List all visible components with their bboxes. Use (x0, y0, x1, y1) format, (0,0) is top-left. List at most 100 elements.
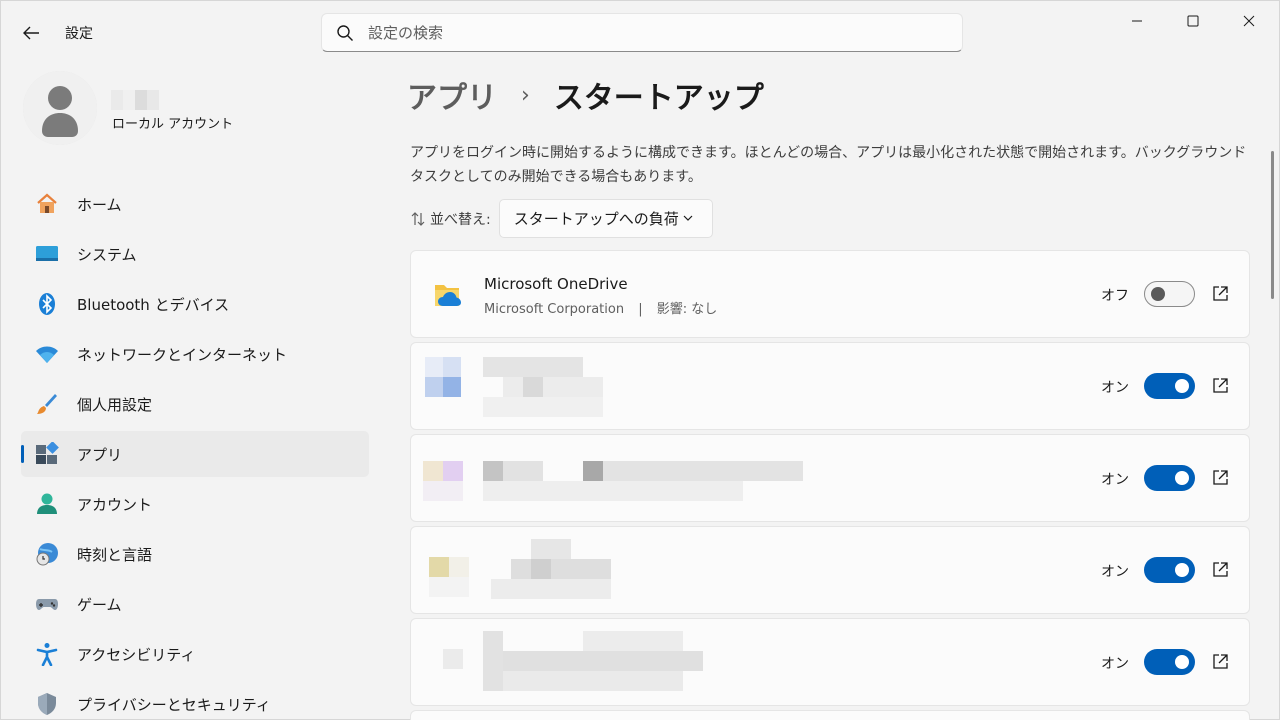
close-icon (1243, 15, 1255, 27)
sidebar-item-label: 時刻と言語 (77, 545, 153, 564)
toggle-state-label: オフ (1101, 288, 1129, 304)
minimize-icon (1132, 20, 1142, 22)
maximize-button[interactable] (1165, 1, 1221, 41)
sidebar-item-apps[interactable]: アプリ (21, 431, 369, 477)
startup-app-card-partial (410, 710, 1250, 720)
sidebar-item-system[interactable]: システム (21, 231, 369, 277)
minimize-button[interactable] (1109, 1, 1165, 41)
accessibility-icon (35, 642, 59, 666)
toggle-state-label: オン (1101, 656, 1129, 672)
startup-toggle[interactable] (1144, 373, 1195, 399)
startup-toggle[interactable] (1144, 281, 1195, 307)
sidebar-item-accounts[interactable]: アカウント (21, 481, 369, 527)
startup-toggle[interactable] (1144, 557, 1195, 583)
breadcrumb: アプリ › スタートアップ (407, 73, 764, 117)
close-button[interactable] (1221, 1, 1277, 41)
system-icon (35, 242, 59, 266)
wifi-icon (35, 342, 59, 366)
startup-toggle[interactable] (1144, 649, 1195, 675)
sidebar-item-gaming[interactable]: ゲーム (21, 581, 369, 627)
sidebar-item-accessibility[interactable]: アクセシビリティ (21, 631, 369, 677)
chevron-down-icon (683, 215, 693, 221)
publisher-separator: | (638, 302, 643, 317)
sidebar-item-label: 個人用設定 (77, 395, 153, 414)
open-external-icon[interactable] (1211, 561, 1229, 579)
startup-app-card: Microsoft OneDrive Microsoft Corporation… (410, 250, 1250, 338)
home-icon (35, 192, 59, 216)
app-impact: 影響: なし (656, 302, 718, 317)
app-publisher-impact: Microsoft Corporation | 影響: なし (484, 298, 717, 317)
sidebar-item-privacy[interactable]: プライバシーとセキュリティ (21, 681, 369, 720)
sidebar-item-label: Bluetooth とデバイス (77, 295, 230, 314)
open-external-icon[interactable] (1211, 469, 1229, 487)
app-icon-redacted (425, 357, 465, 399)
toggle-knob (1151, 287, 1165, 301)
startup-app-card: オン (410, 434, 1250, 522)
sidebar-item-label: ゲーム (77, 595, 122, 614)
startup-app-card: オン (410, 526, 1250, 614)
breadcrumb-parent-link[interactable]: アプリ (407, 73, 497, 117)
title-bar: 設定 設定の検索 (1, 1, 1280, 63)
brush-icon (35, 392, 59, 416)
account-icon (35, 492, 59, 516)
toggle-state-label: オン (1101, 380, 1129, 396)
vertical-scrollbar[interactable] (1271, 151, 1274, 299)
open-external-icon[interactable] (1211, 653, 1229, 671)
sidebar-item-label: アプリ (77, 445, 123, 464)
onedrive-folder-icon (435, 285, 461, 306)
sort-row: 並べ替え: スタートアップへの負荷 (410, 199, 713, 238)
app-name-redacted (483, 461, 803, 501)
app-icon-redacted (423, 461, 463, 501)
bluetooth-icon (35, 292, 59, 316)
page-description: アプリをログイン時に開始するように構成できます。ほとんどの場合、アプリは最小化さ… (410, 145, 1247, 185)
app-title: 設定 (65, 26, 93, 42)
app-name-redacted (483, 631, 723, 691)
toggle-state-label: オン (1101, 472, 1129, 488)
profile-name-redacted (111, 90, 181, 110)
gamepad-icon (35, 592, 59, 616)
sidebar-item-home[interactable]: ホーム (21, 181, 369, 227)
startup-toggle[interactable] (1144, 465, 1195, 491)
page-title: スタートアップ (553, 81, 764, 116)
sidebar-item-time-language[interactable]: 時刻と言語 (21, 531, 369, 577)
toggle-knob (1175, 563, 1189, 577)
app-name: Microsoft OneDrive (484, 275, 628, 293)
toggle-knob (1175, 655, 1189, 669)
sidebar-item-personalization[interactable]: 個人用設定 (21, 381, 369, 427)
back-button[interactable] (15, 19, 47, 47)
sidebar-item-bluetooth[interactable]: Bluetooth とデバイス (21, 281, 369, 327)
toggle-state-label: オン (1101, 564, 1129, 580)
back-arrow-icon (23, 26, 39, 40)
open-external-icon[interactable] (1211, 285, 1229, 303)
sort-dropdown-value: スタートアップへの負荷 (513, 210, 679, 228)
app-publisher: Microsoft Corporation (484, 302, 625, 317)
maximize-icon (1187, 15, 1199, 27)
sidebar-item-label: アカウント (77, 495, 153, 514)
search-input[interactable]: 設定の検索 (321, 13, 963, 52)
globe-clock-icon (35, 542, 59, 566)
app-name-redacted (491, 539, 691, 599)
toggle-knob (1175, 471, 1189, 485)
app-name-redacted (483, 357, 603, 419)
sidebar-item-label: ホーム (77, 195, 122, 214)
breadcrumb-separator: › (521, 82, 530, 108)
sidebar-item-label: ネットワークとインターネット (77, 345, 288, 364)
startup-app-card: オン (410, 618, 1250, 706)
sidebar-item-label: システム (77, 245, 137, 264)
search-icon (337, 24, 353, 41)
toggle-knob (1175, 379, 1189, 393)
account-type: ローカル アカウント (112, 117, 234, 132)
apps-icon (35, 442, 59, 466)
sidebar-nav: ホーム システム Bluetooth とデバイス ネットワークとインターネット … (21, 181, 369, 720)
sidebar-item-label: アクセシビリティ (77, 645, 196, 664)
app-icon-redacted (443, 649, 463, 669)
shield-icon (35, 692, 59, 716)
avatar[interactable] (23, 71, 97, 145)
app-icon-redacted (429, 557, 469, 597)
startup-app-card: オン (410, 342, 1250, 430)
sort-icon (411, 211, 425, 226)
open-external-icon[interactable] (1211, 377, 1229, 395)
sidebar-item-network[interactable]: ネットワークとインターネット (21, 331, 369, 377)
user-silhouette-icon (23, 71, 97, 145)
sort-dropdown[interactable]: スタートアップへの負荷 (498, 199, 713, 238)
